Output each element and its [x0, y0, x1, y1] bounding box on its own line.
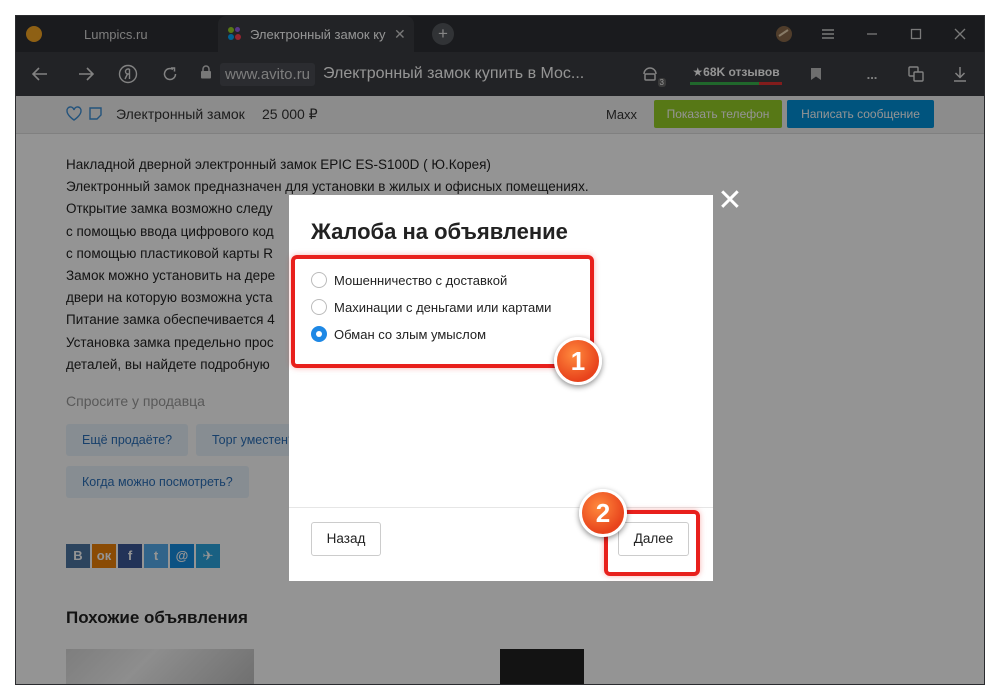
step-badge-1: 1 [554, 337, 602, 385]
dialog-title: Жалоба на объявление [311, 219, 568, 244]
step-badge-2: 2 [579, 489, 627, 537]
browser-window: Lumpics.ru Электронный замок ку ✕ + www.… [16, 16, 984, 684]
highlight-options [291, 255, 594, 368]
dialog-divider [289, 507, 713, 508]
close-modal-icon[interactable]: ✕ [716, 186, 744, 216]
back-button[interactable]: Назад [311, 522, 381, 556]
